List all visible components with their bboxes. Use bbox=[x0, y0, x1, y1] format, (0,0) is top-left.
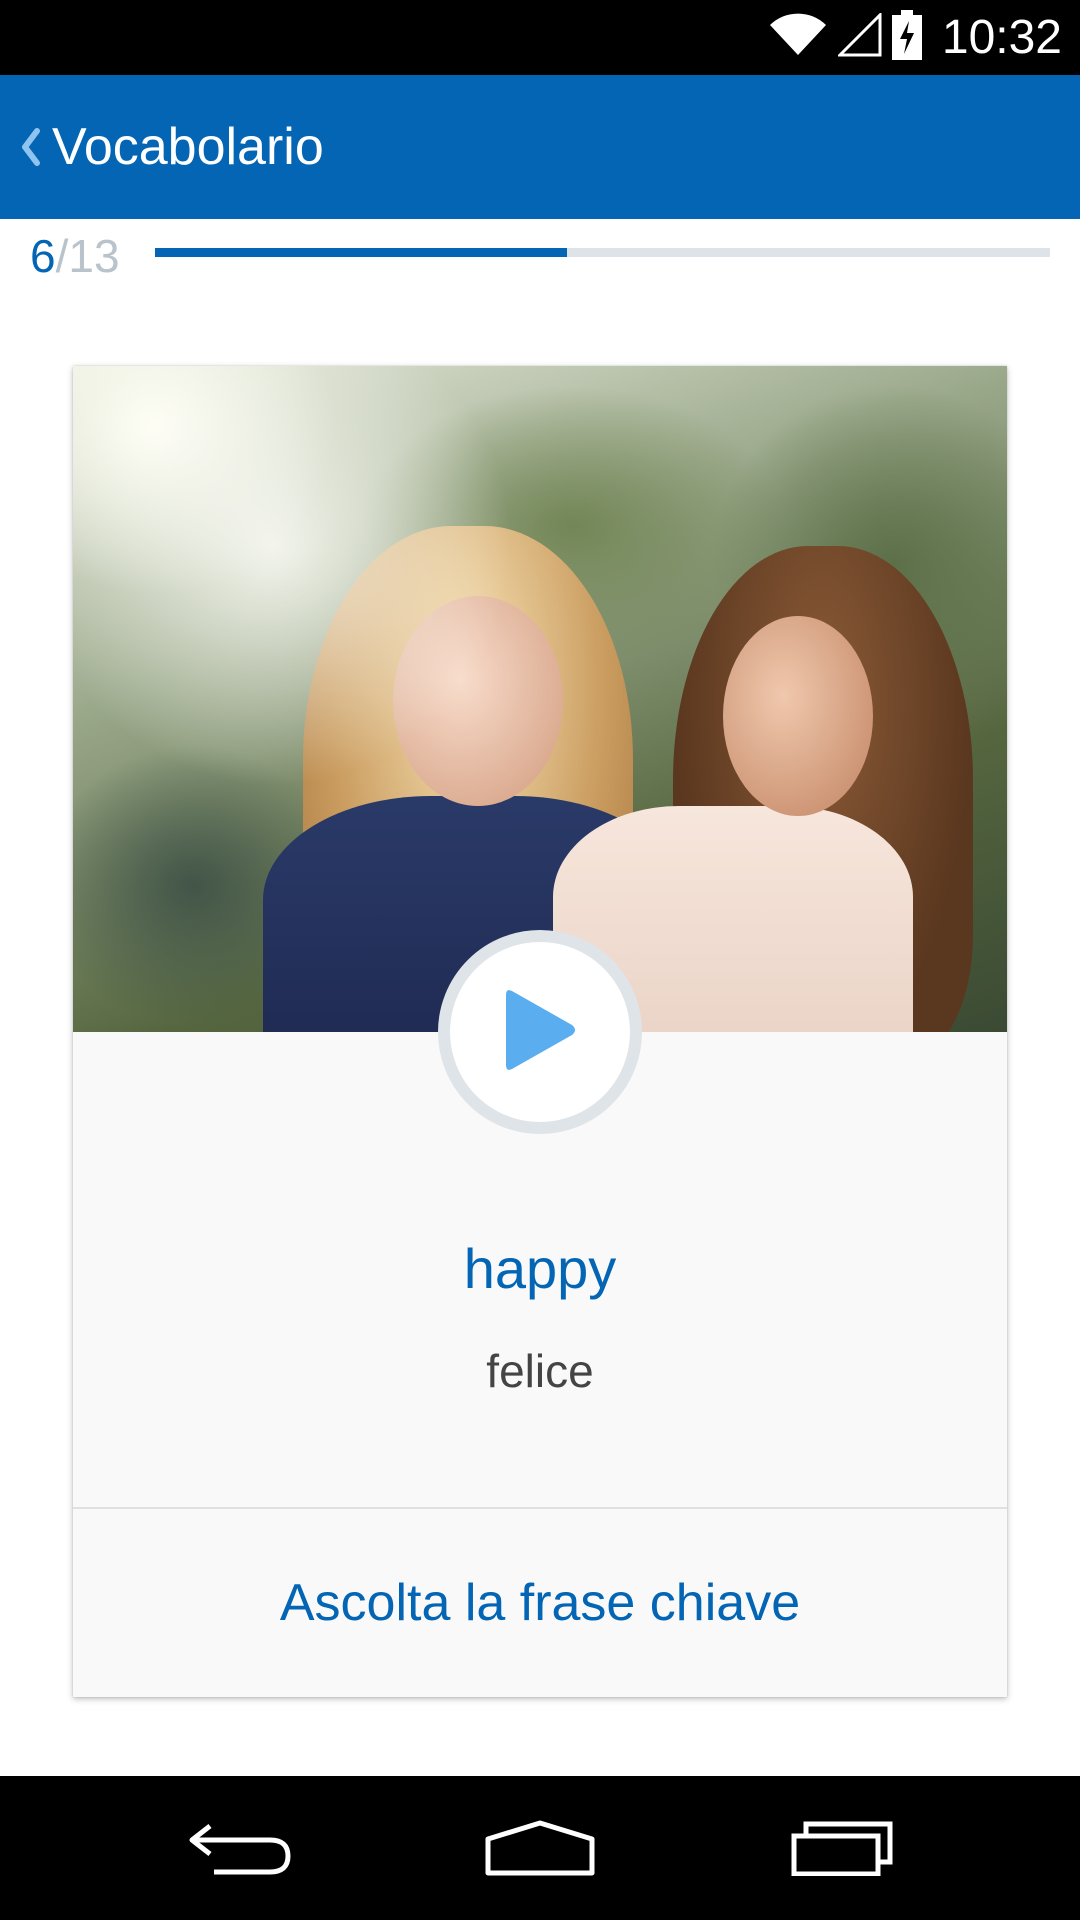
progress-bar-fill bbox=[155, 248, 567, 257]
listen-key-phrase-button[interactable]: Ascolta la frase chiave bbox=[73, 1509, 1007, 1697]
progress-row: 6/13 bbox=[0, 219, 1080, 289]
progress-count: 6/13 bbox=[30, 229, 120, 283]
progress-current: 6 bbox=[30, 230, 56, 282]
progress-total: 13 bbox=[68, 230, 120, 282]
page-title: Vocabolario bbox=[52, 118, 324, 176]
recent-apps-icon[interactable] bbox=[742, 1776, 942, 1920]
chevron-left-icon[interactable] bbox=[10, 117, 50, 177]
home-icon[interactable] bbox=[440, 1776, 640, 1920]
navigation-bar bbox=[0, 1776, 1080, 1920]
status-icons: 10:32 bbox=[768, 0, 1062, 75]
cell-signal-icon bbox=[836, 11, 882, 62]
progress-bar bbox=[155, 248, 1050, 257]
progress-separator: / bbox=[55, 230, 69, 282]
status-bar: 10:32 bbox=[0, 0, 1080, 75]
vocabulary-card: happy felice Ascolta la frase chiave bbox=[73, 366, 1007, 1697]
status-time: 10:32 bbox=[941, 11, 1062, 64]
play-icon bbox=[502, 985, 578, 1080]
vocabulary-word: happy bbox=[463, 1237, 617, 1300]
play-audio-button[interactable] bbox=[438, 930, 642, 1134]
wifi-icon bbox=[768, 13, 828, 62]
back-icon[interactable] bbox=[140, 1776, 340, 1920]
app-bar: Vocabolario bbox=[0, 75, 1080, 219]
word-translation: felice bbox=[486, 1345, 594, 1397]
battery-charging-icon bbox=[891, 10, 922, 65]
